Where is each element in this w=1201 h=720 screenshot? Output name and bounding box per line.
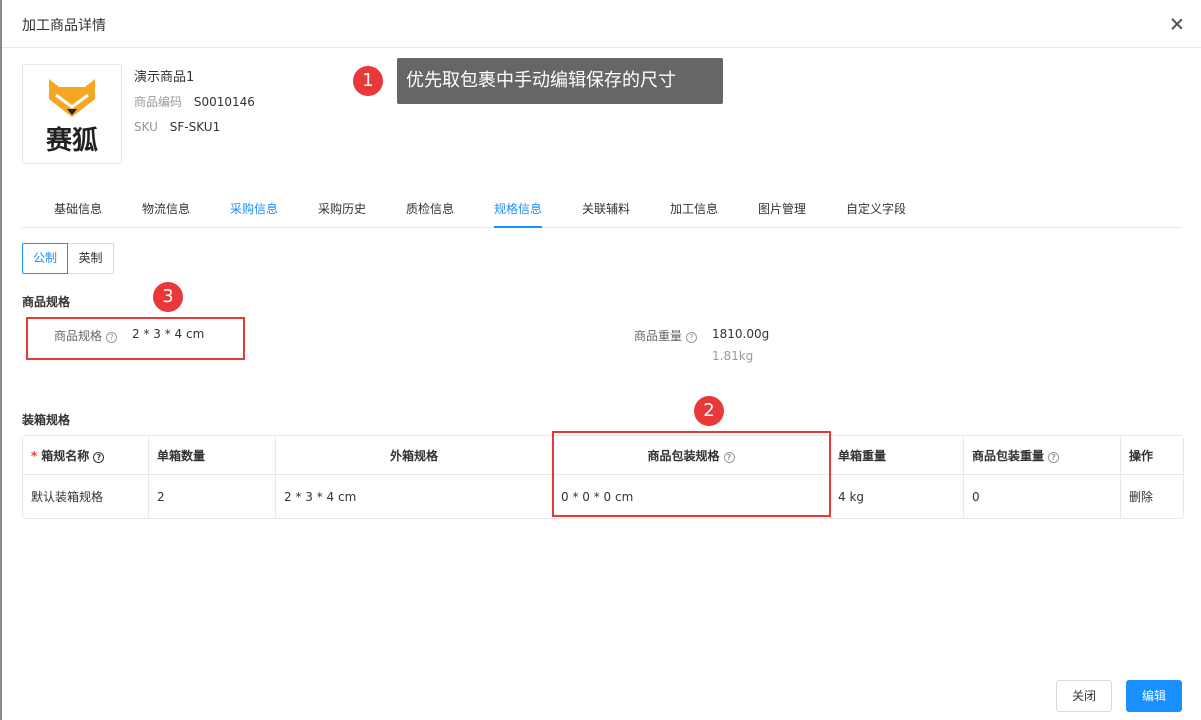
tab-custom-fields[interactable]: 自定义字段 bbox=[846, 200, 906, 217]
annotation-marker-2: 2 bbox=[694, 396, 724, 426]
imperial-button[interactable]: 英制 bbox=[68, 243, 114, 274]
annotation-marker-1: 1 bbox=[353, 66, 383, 96]
metric-button[interactable]: 公制 bbox=[22, 243, 68, 274]
cell-box-weight: 4 kg bbox=[830, 475, 964, 518]
column-header-pack-weight: 商品包装重量? bbox=[964, 436, 1121, 475]
spec-label: 商品规格 bbox=[54, 329, 103, 343]
box-section-title: 装箱规格 bbox=[22, 413, 71, 427]
delete-link[interactable]: 删除 bbox=[1121, 475, 1183, 518]
weight-kg-value: 1.81kg bbox=[712, 349, 754, 363]
required-marker: * bbox=[31, 448, 38, 463]
tab-image-management[interactable]: 图片管理 bbox=[758, 200, 806, 217]
cell-pack-weight: 0 bbox=[964, 475, 1121, 518]
product-code-row: 商品编码 S0010146 bbox=[134, 93, 255, 110]
column-header-box-weight: 单箱重量 bbox=[830, 436, 964, 475]
column-header-box-name: * 箱规名称? bbox=[23, 436, 149, 475]
sku-row: SKU SF-SKU1 bbox=[134, 120, 220, 134]
product-image: 赛狐 bbox=[22, 64, 122, 164]
sku-label: SKU bbox=[134, 120, 158, 134]
tab-spec-info[interactable]: 规格信息 bbox=[494, 200, 542, 217]
product-name: 演示商品1 bbox=[134, 70, 195, 85]
page-edge bbox=[0, 0, 2, 720]
weight-label: 商品重量 bbox=[634, 329, 683, 343]
tab-processing-info[interactable]: 加工信息 bbox=[670, 200, 718, 217]
tab-bar: 基础信息 物流信息 采购信息 采购历史 质检信息 规格信息 关联辅料 加工信息 … bbox=[22, 188, 1182, 228]
help-icon[interactable]: ? bbox=[686, 332, 698, 343]
annotation-marker-3: 3 bbox=[153, 282, 183, 312]
annotation-callout: 优先取包裹中手动编辑保存的尺寸 bbox=[397, 58, 723, 104]
modal-title: 加工商品详情 bbox=[22, 18, 106, 34]
column-header-outer-spec: 外箱规格 bbox=[276, 436, 553, 475]
cell-box-name: 默认装箱规格 bbox=[23, 475, 149, 518]
column-header-action: 操作 bbox=[1121, 436, 1183, 475]
tab-purchase-history[interactable]: 采购历史 bbox=[318, 200, 366, 217]
unit-toggle: 公制 英制 bbox=[22, 243, 114, 274]
close-icon[interactable] bbox=[1169, 16, 1185, 32]
spec-value: 2 * 3 * 4 cm bbox=[132, 327, 205, 341]
help-icon[interactable]: ? bbox=[106, 332, 118, 343]
edit-button[interactable]: 编辑 bbox=[1126, 680, 1182, 712]
spec-label-row: 商品规格? bbox=[54, 327, 118, 344]
help-icon[interactable]: ? bbox=[93, 451, 105, 463]
highlight-box-pack-spec bbox=[552, 431, 831, 517]
tab-logistics-info[interactable]: 物流信息 bbox=[142, 200, 190, 217]
product-code-value: S0010146 bbox=[193, 95, 255, 109]
cell-outer-spec: 2 * 3 * 4 cm bbox=[276, 475, 553, 518]
tab-related-materials[interactable]: 关联辅料 bbox=[582, 200, 630, 217]
close-button[interactable]: 关闭 bbox=[1056, 680, 1112, 712]
tab-quality-info[interactable]: 质检信息 bbox=[406, 200, 454, 217]
weight-value: 1810.00g bbox=[712, 327, 770, 341]
sku-value: SF-SKU1 bbox=[169, 120, 221, 134]
product-code-label: 商品编码 bbox=[134, 95, 183, 109]
column-header-qty: 单箱数量 bbox=[149, 436, 276, 475]
logo-text: 赛狐 bbox=[45, 125, 98, 156]
tab-basic-info[interactable]: 基础信息 bbox=[54, 200, 102, 217]
help-icon[interactable]: ? bbox=[1048, 451, 1060, 463]
tab-purchase-info[interactable]: 采购信息 bbox=[230, 200, 278, 217]
modal-header: 加工商品详情 bbox=[2, 0, 1201, 48]
weight-label-row: 商品重量? bbox=[634, 327, 698, 344]
fox-logo-icon: 赛狐 bbox=[45, 79, 98, 156]
spec-section-title: 商品规格 bbox=[22, 295, 71, 309]
active-tab-indicator bbox=[494, 226, 542, 228]
cell-qty: 2 bbox=[149, 475, 276, 518]
